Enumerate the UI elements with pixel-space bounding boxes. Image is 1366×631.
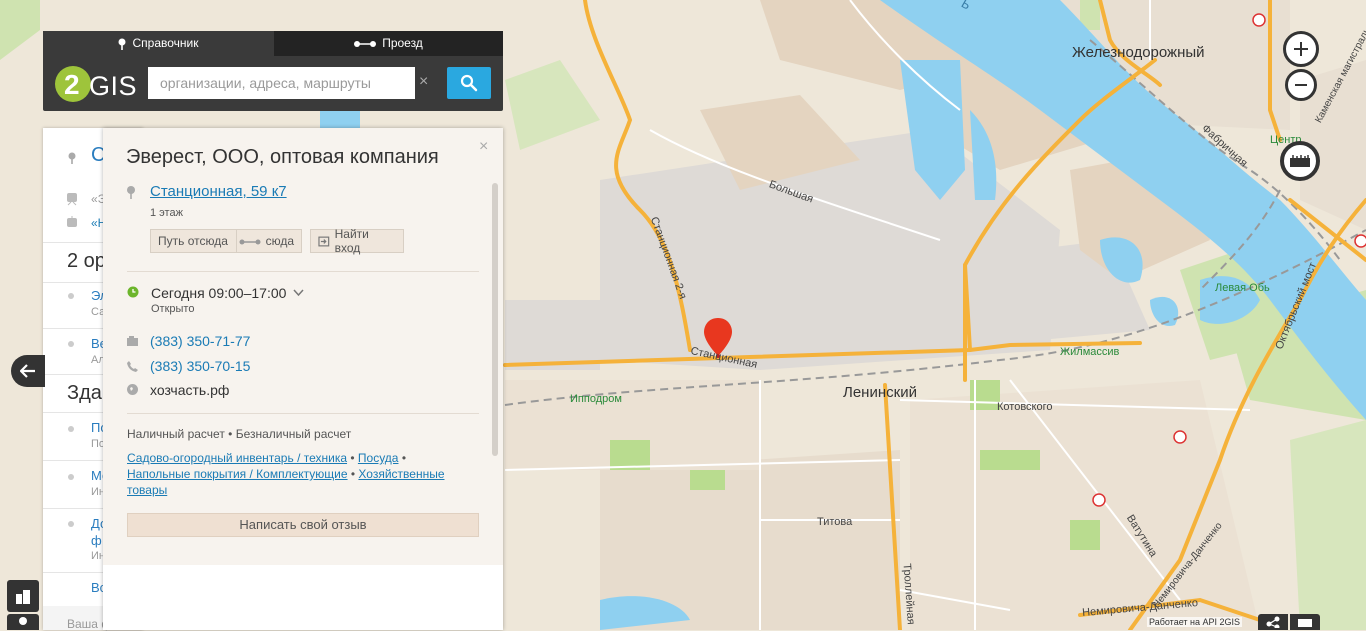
organization-card: × Эверест, ООО, оптовая компания Станцио… — [103, 128, 503, 630]
tab-label: Проезд — [382, 36, 423, 50]
zoom-out-button[interactable] — [1285, 69, 1317, 101]
write-review-button[interactable]: Написать свой отзыв — [127, 513, 479, 537]
2gis-logo[interactable]: 2 GIS — [55, 64, 137, 104]
buildings-icon — [16, 590, 30, 604]
map-label-station: Левая Обь — [1215, 282, 1270, 294]
svg-text:GIS: GIS — [89, 71, 137, 101]
find-entrance-button[interactable]: Найти вход — [310, 227, 404, 255]
pin-icon — [68, 152, 76, 164]
globe-icon — [127, 384, 138, 395]
button-label: Путь отсюда — [158, 234, 228, 248]
map-label-street: Титова — [817, 516, 853, 528]
minus-icon — [1295, 84, 1307, 86]
map-label-street: Котовского — [997, 401, 1053, 413]
share-icon — [1266, 616, 1280, 628]
close-icon[interactable]: × — [479, 138, 488, 156]
svg-text:2: 2 — [64, 69, 80, 100]
tab-route[interactable]: Проезд — [274, 31, 503, 56]
map-label-station: Жилмассив — [1060, 346, 1120, 358]
list-item[interactable]: ф — [91, 533, 102, 548]
share-button[interactable] — [1258, 614, 1288, 630]
tab-label: Справочник — [132, 36, 199, 50]
map-label-station: Ипподром — [570, 393, 622, 405]
map-label-district: Ленинский — [843, 384, 917, 401]
plus-icon — [1294, 42, 1308, 56]
clock-icon — [127, 286, 139, 298]
pin-icon — [118, 38, 125, 50]
layers-button[interactable] — [7, 580, 39, 612]
address-link[interactable]: Станционная, 59 к7 — [150, 183, 287, 200]
route-icon — [239, 239, 261, 245]
print-icon — [1298, 619, 1312, 627]
route-icon — [354, 40, 377, 47]
button-label: Найти вход — [334, 227, 369, 255]
phone-icon — [127, 361, 138, 372]
categories: Садово-огородный инвентарь / техника • П… — [127, 451, 445, 497]
scrollbar[interactable] — [492, 183, 498, 456]
organization-title: Эверест, ООО, оптовая компания — [126, 146, 439, 168]
chevron-down-icon[interactable] — [293, 289, 304, 297]
search-header: Справочник Проезд 2 GIS × — [43, 31, 503, 111]
tab-directory[interactable]: Справочник — [43, 31, 272, 56]
search-icon — [460, 74, 478, 92]
pin-icon — [19, 617, 27, 625]
category-link[interactable]: Напольные покрытия / Комплектующие — [127, 467, 348, 481]
website-link[interactable]: хозчасть.рф — [150, 382, 229, 398]
back-arrow-button[interactable] — [11, 355, 45, 387]
route-to-button[interactable]: сюда — [236, 229, 302, 253]
working-hours[interactable]: Сегодня 09:00–17:00 — [151, 285, 286, 301]
clear-search-icon[interactable]: × — [419, 73, 428, 91]
search-button[interactable] — [447, 67, 491, 99]
pin-icon — [127, 186, 135, 199]
open-status: Открыто — [151, 303, 195, 315]
fax-icon — [127, 336, 138, 346]
map-label-district: Железнодорожный — [1072, 44, 1205, 61]
entrance-icon — [318, 236, 330, 246]
route-from-button[interactable]: Путь отсюда — [150, 229, 246, 253]
zoom-in-button[interactable] — [1283, 31, 1319, 67]
print-button[interactable] — [1290, 614, 1320, 630]
category-link[interactable]: Садово-огородный инвентарь / техника — [127, 451, 347, 465]
pin-tool-button[interactable] — [7, 614, 39, 630]
button-label: сюда — [265, 234, 294, 248]
train-icon — [67, 193, 77, 206]
arrow-left-icon — [20, 364, 35, 378]
section-heading: 2 ор — [67, 250, 106, 272]
ruler-button[interactable] — [1280, 141, 1320, 181]
phone-link[interactable]: (383) 350-71-77 — [150, 333, 250, 349]
floor-text: 1 этаж — [150, 207, 183, 219]
search-input[interactable] — [148, 67, 415, 99]
tram-icon — [67, 216, 77, 227]
payment-methods: Наличный расчет • Безналичный расчет — [127, 427, 352, 441]
ruler-icon — [1290, 155, 1310, 167]
phone-link[interactable]: (383) 350-70-15 — [150, 358, 250, 374]
category-link[interactable]: Посуда — [358, 451, 399, 465]
map-credit[interactable]: Работает на API 2GIS — [1147, 617, 1243, 627]
